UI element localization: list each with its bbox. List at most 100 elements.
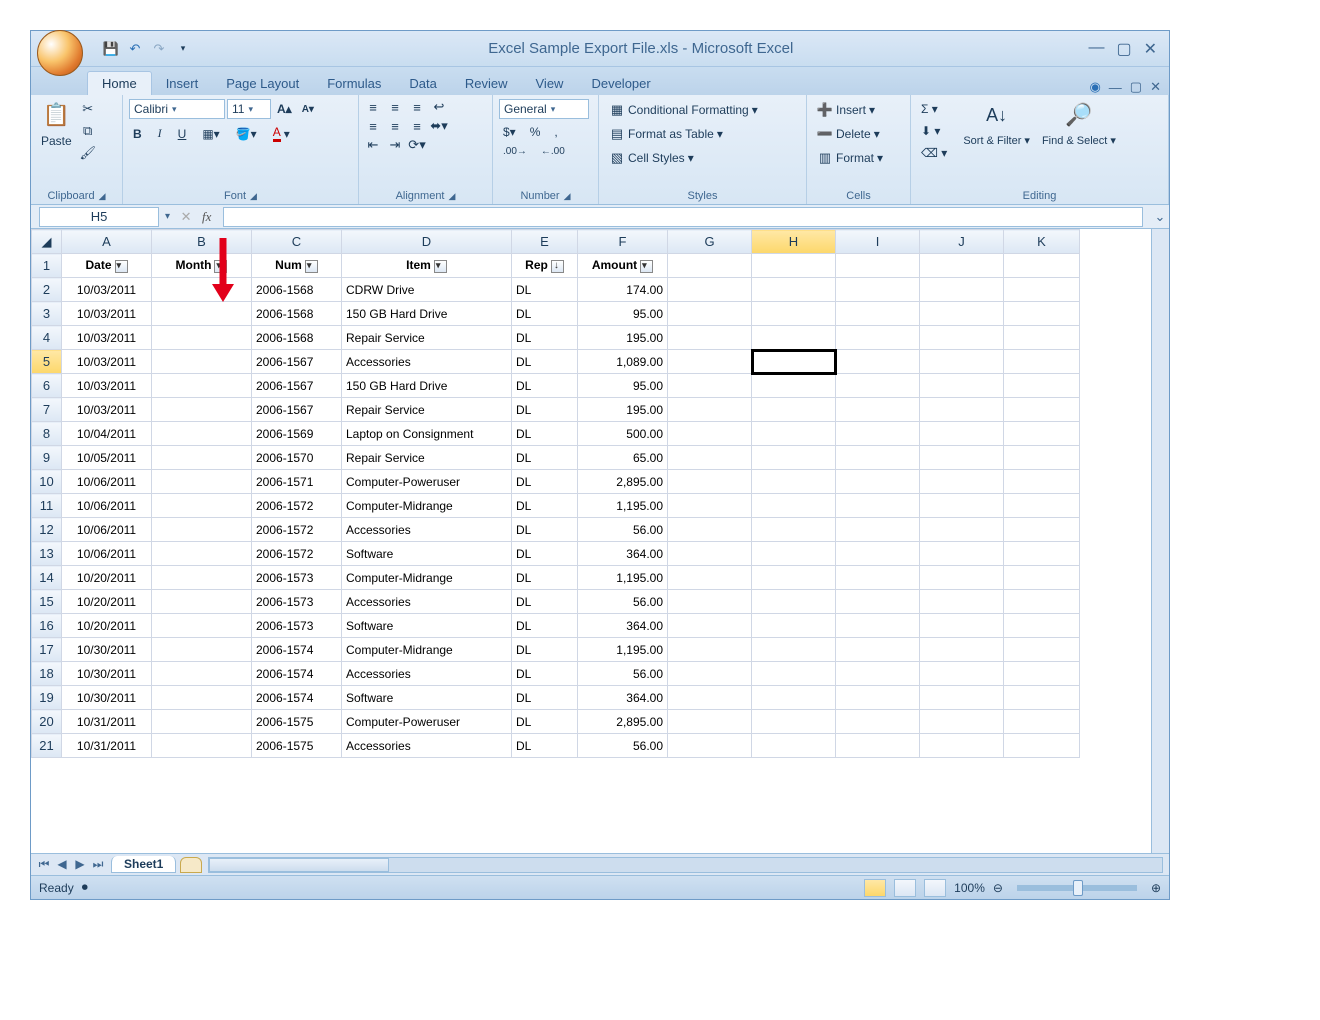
cell-G7[interactable] — [668, 398, 752, 422]
col-header-G[interactable]: G — [668, 230, 752, 254]
copy-icon[interactable]: ⧉ — [80, 123, 96, 139]
doc-close-button[interactable]: ✕ — [1150, 79, 1161, 95]
cell-A10[interactable]: 10/06/2011 — [62, 470, 152, 494]
cell-C11[interactable]: 2006-1572 — [252, 494, 342, 518]
cell-A2[interactable]: 10/03/2011 — [62, 278, 152, 302]
cell-B13[interactable] — [152, 542, 252, 566]
align-left-icon[interactable]: ≡ — [365, 118, 381, 134]
name-box[interactable]: H5 — [39, 207, 159, 227]
cell-E19[interactable]: DL — [512, 686, 578, 710]
font-color-icon[interactable]: A▾ — [269, 124, 294, 143]
cell-A9[interactable]: 10/05/2011 — [62, 446, 152, 470]
cell-B3[interactable] — [152, 302, 252, 326]
row-header-11[interactable]: 11 — [32, 494, 62, 518]
cell-H7[interactable] — [752, 398, 836, 422]
cell-K14[interactable] — [1004, 566, 1080, 590]
cell-E9[interactable]: DL — [512, 446, 578, 470]
cell-K4[interactable] — [1004, 326, 1080, 350]
cell-I13[interactable] — [836, 542, 920, 566]
cell-A19[interactable]: 10/30/2011 — [62, 686, 152, 710]
cell-H16[interactable] — [752, 614, 836, 638]
cell-H10[interactable] — [752, 470, 836, 494]
col-header-B[interactable]: B — [152, 230, 252, 254]
cell-G1[interactable] — [668, 254, 752, 278]
cell-E4[interactable]: DL — [512, 326, 578, 350]
cell-C17[interactable]: 2006-1574 — [252, 638, 342, 662]
tab-formulas[interactable]: Formulas — [313, 72, 395, 95]
cell-D7[interactable]: Repair Service — [342, 398, 512, 422]
cell-F15[interactable]: 56.00 — [578, 590, 668, 614]
cell-J1[interactable] — [920, 254, 1004, 278]
cell-B5[interactable] — [152, 350, 252, 374]
vertical-scrollbar[interactable] — [1151, 229, 1169, 853]
cell-I6[interactable] — [836, 374, 920, 398]
office-button[interactable] — [37, 30, 83, 76]
cell-B16[interactable] — [152, 614, 252, 638]
cell-D8[interactable]: Laptop on Consignment — [342, 422, 512, 446]
paste-button[interactable]: Paste — [37, 133, 76, 149]
col-header-J[interactable]: J — [920, 230, 1004, 254]
page-break-view-button[interactable] — [924, 879, 946, 897]
cell-F16[interactable]: 364.00 — [578, 614, 668, 638]
cell-J19[interactable] — [920, 686, 1004, 710]
cell-H1[interactable] — [752, 254, 836, 278]
autosum-icon[interactable]: Σ ▾ — [917, 101, 951, 117]
cell-A3[interactable]: 10/03/2011 — [62, 302, 152, 326]
header-cell-F[interactable]: Amount — [578, 254, 668, 278]
cell-I18[interactable] — [836, 662, 920, 686]
sheet-nav-prev-icon[interactable]: ◀ — [53, 857, 71, 872]
formula-bar[interactable] — [223, 207, 1143, 227]
cell-G3[interactable] — [668, 302, 752, 326]
row-header-4[interactable]: 4 — [32, 326, 62, 350]
clipboard-launcher-icon[interactable]: ◢ — [99, 191, 106, 202]
cell-K9[interactable] — [1004, 446, 1080, 470]
cell-J10[interactable] — [920, 470, 1004, 494]
sort-filter-icon[interactable]: A↓ — [981, 99, 1013, 131]
cell-K18[interactable] — [1004, 662, 1080, 686]
cell-I3[interactable] — [836, 302, 920, 326]
cell-G8[interactable] — [668, 422, 752, 446]
new-sheet-button[interactable] — [180, 857, 202, 873]
cell-F4[interactable]: 195.00 — [578, 326, 668, 350]
sheet-nav-first-icon[interactable]: ⏮ — [35, 857, 53, 872]
cell-K1[interactable] — [1004, 254, 1080, 278]
cell-K15[interactable] — [1004, 590, 1080, 614]
cell-A18[interactable]: 10/30/2011 — [62, 662, 152, 686]
cell-B4[interactable] — [152, 326, 252, 350]
cell-D2[interactable]: CDRW Drive — [342, 278, 512, 302]
cell-K20[interactable] — [1004, 710, 1080, 734]
conditional-formatting-button[interactable]: ▦Conditional Formatting ▾ — [605, 101, 762, 119]
grow-font-icon[interactable]: A▴ — [273, 101, 296, 117]
cell-C14[interactable]: 2006-1573 — [252, 566, 342, 590]
col-header-K[interactable]: K — [1004, 230, 1080, 254]
cell-I2[interactable] — [836, 278, 920, 302]
cell-I4[interactable] — [836, 326, 920, 350]
tab-page-layout[interactable]: Page Layout — [212, 72, 313, 95]
cell-C12[interactable]: 2006-1572 — [252, 518, 342, 542]
cell-C8[interactable]: 2006-1569 — [252, 422, 342, 446]
cell-D4[interactable]: Repair Service — [342, 326, 512, 350]
bold-button[interactable]: B — [129, 126, 146, 142]
insert-cells-button[interactable]: ➕Insert ▾ — [813, 101, 879, 119]
decrease-decimal-icon[interactable]: ←.00 — [537, 145, 569, 158]
currency-icon[interactable]: $▾ — [499, 124, 520, 140]
cell-D19[interactable]: Software — [342, 686, 512, 710]
cell-H11[interactable] — [752, 494, 836, 518]
tab-insert[interactable]: Insert — [152, 72, 213, 95]
filter-icon-D[interactable] — [434, 260, 447, 273]
underline-button[interactable]: U — [174, 126, 191, 142]
cell-K2[interactable] — [1004, 278, 1080, 302]
col-header-D[interactable]: D — [342, 230, 512, 254]
cell-C18[interactable]: 2006-1574 — [252, 662, 342, 686]
find-select-icon[interactable]: 🔎 — [1063, 99, 1095, 131]
cell-C15[interactable]: 2006-1573 — [252, 590, 342, 614]
cell-H21[interactable] — [752, 734, 836, 758]
cell-F11[interactable]: 1,195.00 — [578, 494, 668, 518]
cell-C2[interactable]: 2006-1568 — [252, 278, 342, 302]
cell-D10[interactable]: Computer-Poweruser — [342, 470, 512, 494]
delete-cells-button[interactable]: ➖Delete ▾ — [813, 125, 884, 143]
format-painter-icon[interactable]: 🖌 — [80, 145, 96, 161]
cell-D5[interactable]: Accessories — [342, 350, 512, 374]
cell-K13[interactable] — [1004, 542, 1080, 566]
cell-D11[interactable]: Computer-Midrange — [342, 494, 512, 518]
